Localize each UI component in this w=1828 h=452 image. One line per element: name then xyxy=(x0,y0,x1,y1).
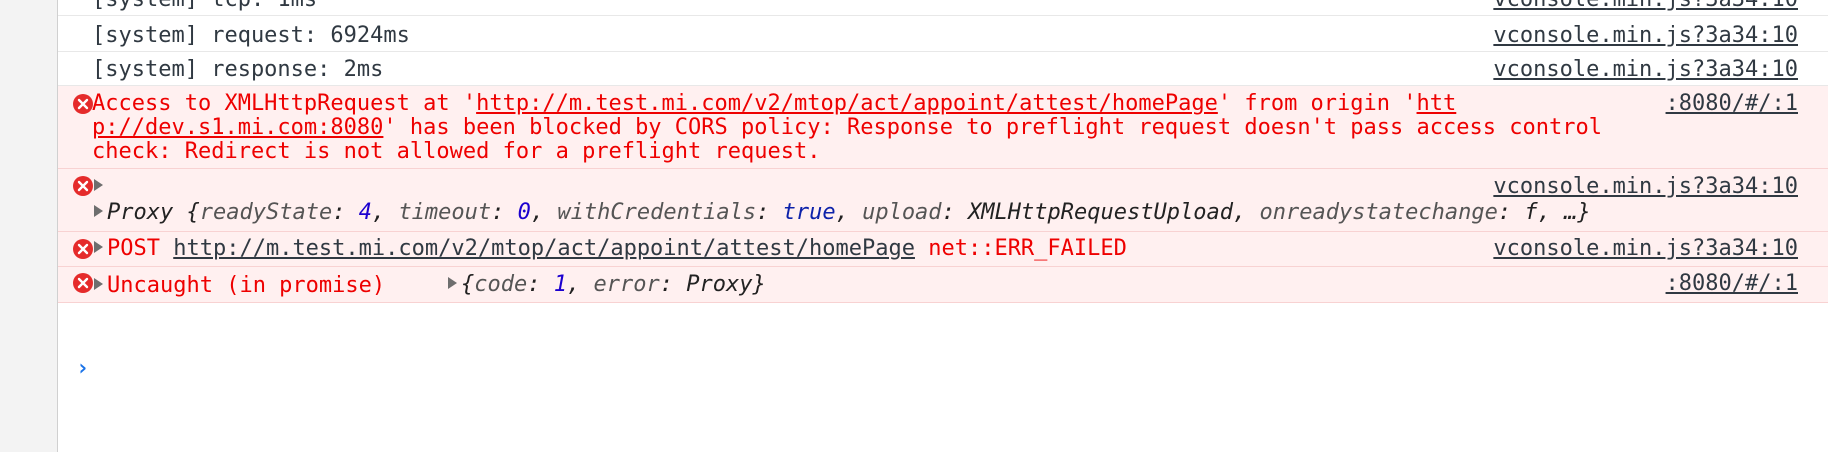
expand-arrow-icon[interactable] xyxy=(94,278,103,290)
error-source-link[interactable]: vconsole.min.js?3a34:10 xyxy=(1493,235,1798,263)
expand-arrow-icon[interactable] xyxy=(448,277,457,289)
cors-error-line-3: check: Redirect is not allowed for a pre… xyxy=(92,139,821,164)
console-panel: [system] tcp: 1ms vconsole.min.js?3a34:1… xyxy=(58,0,1828,452)
log-row: [system] request: 6924ms vconsole.min.js… xyxy=(58,17,1828,52)
error-icon xyxy=(73,94,93,114)
error-source-link[interactable]: :8080/#/:1 xyxy=(1666,270,1798,298)
origin-url-link[interactable]: htt xyxy=(1417,91,1457,116)
error-icon xyxy=(73,273,93,293)
post-error-row: POST http://m.test.mi.com/v2/mtop/act/ap… xyxy=(58,232,1828,267)
log-row: [system] tcp: 1ms vconsole.min.js?3a34:1… xyxy=(58,0,1828,16)
log-source-link[interactable]: vconsole.min.js?3a34:10 xyxy=(1493,22,1798,50)
log-message: [system] request: 6924ms xyxy=(92,23,410,48)
request-url-link[interactable]: http://m.test.mi.com/v2/mtop/act/appoint… xyxy=(173,236,915,261)
log-row: [system] response: 2ms vconsole.min.js?3… xyxy=(58,52,1828,86)
origin-url-link[interactable]: p://dev.s1.mi.com:8080 xyxy=(92,115,383,140)
expand-toggle[interactable] xyxy=(94,173,107,201)
cors-error-row: Access to XMLHttpRequest at 'http://m.te… xyxy=(58,86,1828,169)
uncaught-error-row: Uncaught (in promise) {code: 1, error: P… xyxy=(58,267,1828,303)
console-prompt-icon[interactable]: › xyxy=(76,356,89,381)
log-message: [system] tcp: 1ms xyxy=(92,0,317,14)
error-source-link[interactable]: :8080/#/:1 xyxy=(1666,90,1798,118)
error-icon xyxy=(73,239,93,259)
log-source-link[interactable]: vconsole.min.js?3a34:10 xyxy=(1493,56,1798,84)
left-gutter xyxy=(0,0,58,452)
expand-arrow-icon[interactable] xyxy=(94,241,103,253)
uncaught-error-message[interactable]: Uncaught (in promise) xyxy=(94,272,398,300)
request-url-link[interactable]: http://m.test.mi.com/v2/mtop/act/appoint… xyxy=(476,91,1218,116)
console-input[interactable] xyxy=(98,352,1798,386)
log-source-link[interactable]: vconsole.min.js?3a34:10 xyxy=(1493,0,1798,14)
expand-arrow-icon[interactable] xyxy=(94,205,103,217)
error-icon xyxy=(73,176,93,196)
error-source-link[interactable]: vconsole.min.js?3a34:10 xyxy=(1493,173,1798,201)
uncaught-error-object[interactable]: {code: 1, error: Proxy} xyxy=(448,271,766,299)
proxy-error-row: vconsole.min.js?3a34:10 Proxy {readyStat… xyxy=(58,169,1828,232)
proxy-object-summary[interactable]: Proxy {readyState: 4, timeout: 0, withCr… xyxy=(94,199,1591,227)
expand-arrow-icon[interactable] xyxy=(94,179,103,191)
post-error-message[interactable]: POST http://m.test.mi.com/v2/mtop/act/ap… xyxy=(94,235,1127,263)
log-message: [system] response: 2ms xyxy=(92,57,384,82)
